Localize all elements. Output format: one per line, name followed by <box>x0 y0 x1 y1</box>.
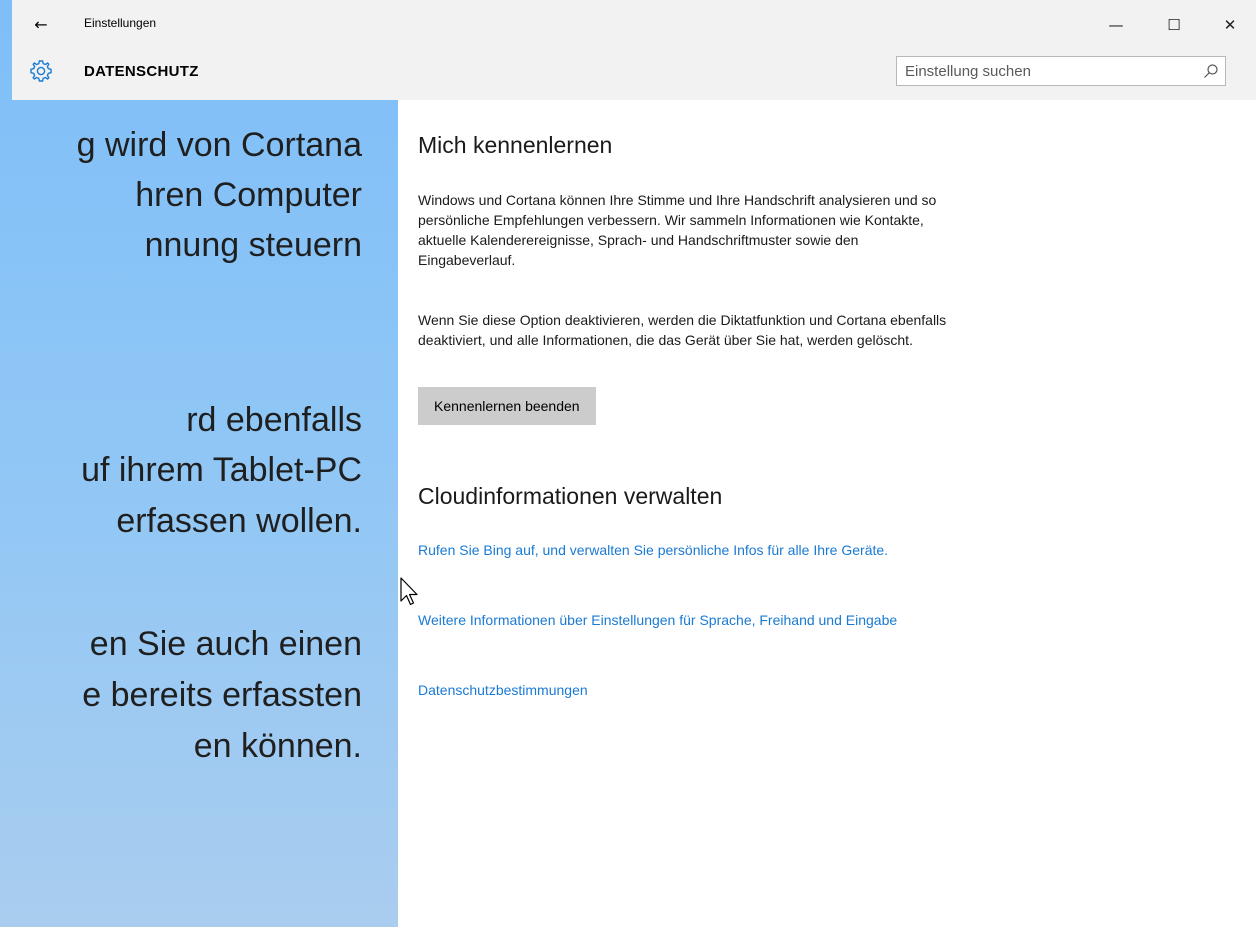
description-paragraph: Windows und Cortana können Ihre Stimme u… <box>418 192 937 268</box>
section-title-cloudinformationen: Cloudinformationen verwalten <box>418 483 723 509</box>
warning-paragraph: Wenn Sie diese Option deaktivieren, werd… <box>418 312 947 348</box>
close-icon: ✕ <box>1223 16 1237 34</box>
mouse-pointer-icon <box>400 577 418 606</box>
search-icon[interactable] <box>1203 63 1219 79</box>
maximize-icon: ☐ <box>1167 16 1181 34</box>
search-box[interactable] <box>896 56 1226 86</box>
app-title: Einstellungen <box>84 16 157 30</box>
back-arrow-icon: ← <box>34 15 48 34</box>
search-input[interactable] <box>897 57 1203 85</box>
title-bar: ← Einstellungen — ☐ ✕ <box>12 0 1256 50</box>
maximize-button[interactable]: ☐ <box>1154 10 1194 40</box>
settings-window: ← Einstellungen — ☐ ✕ DATENSCHUTZ Einste… <box>12 0 1256 927</box>
minimize-icon: — <box>1108 16 1124 34</box>
kennenlernen-beenden-button[interactable]: Kennenlernen beenden <box>418 387 596 425</box>
content-pane: Mich kennenlernen Windows und Cortana kö… <box>398 100 1256 927</box>
page-header: DATENSCHUTZ <box>12 50 1256 100</box>
minimize-button[interactable]: — <box>1096 10 1136 40</box>
section-title-mich-kennenlernen: Mich kennenlernen <box>418 132 613 158</box>
privacy-statement-link[interactable]: Datenschutzbestimmungen <box>418 680 958 700</box>
gear-icon <box>30 60 52 82</box>
close-button[interactable]: ✕ <box>1210 10 1250 40</box>
back-button[interactable]: ← <box>28 12 54 38</box>
bing-manage-link[interactable]: Rufen Sie Bing auf, und verwalten Sie pe… <box>418 540 958 560</box>
page-title: DATENSCHUTZ <box>84 63 199 80</box>
speech-settings-info-link[interactable]: Weitere Informationen über Einstellungen… <box>418 610 958 630</box>
